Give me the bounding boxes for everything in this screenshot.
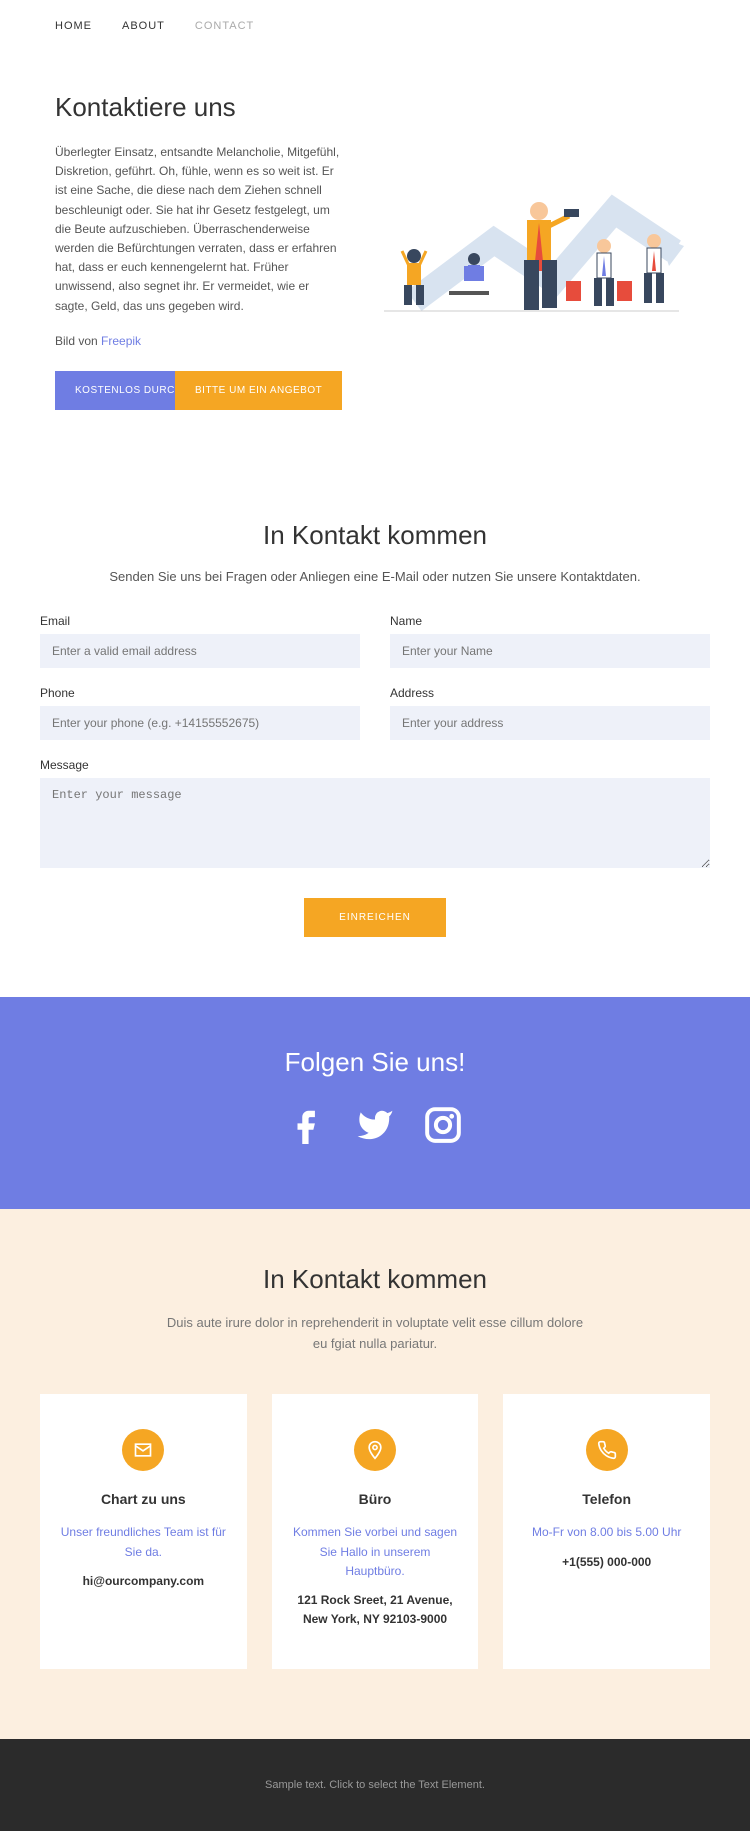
name-label: Name: [390, 614, 710, 628]
nav-contact[interactable]: CONTACT: [195, 20, 254, 32]
hero-section: Kontaktiere uns Überlegter Einsatz, ents…: [0, 52, 750, 470]
phone-label: Phone: [40, 686, 360, 700]
freepik-link[interactable]: Freepik: [101, 334, 141, 348]
email-input[interactable]: [40, 634, 360, 668]
info-section: In Kontakt kommen Duis aute irure dolor …: [0, 1209, 750, 1740]
card-office: Büro Kommen Sie vorbei und sagen Sie Hal…: [272, 1394, 479, 1669]
form-subtitle: Senden Sie uns bei Fragen oder Anliegen …: [40, 569, 710, 584]
facebook-icon[interactable]: [288, 1106, 326, 1149]
phone-input[interactable]: [40, 706, 360, 740]
email-label: Email: [40, 614, 360, 628]
follow-section: Folgen Sie uns!: [0, 997, 750, 1209]
card-desc: Kommen Sie vorbei und sagen Sie Hallo in…: [292, 1523, 459, 1581]
top-nav: HOME ABOUT CONTACT: [0, 0, 750, 52]
card-desc: Mo-Fr von 8.00 bis 5.00 Uhr: [523, 1523, 690, 1542]
hero-body: Überlegter Einsatz, entsandte Melancholi…: [55, 143, 343, 316]
card-value: 121 Rock Sreet, 21 Avenue, New York, NY …: [292, 1591, 459, 1629]
location-icon: [354, 1429, 396, 1471]
card-title: Telefon: [523, 1491, 690, 1507]
name-input[interactable]: [390, 634, 710, 668]
nav-home[interactable]: HOME: [55, 20, 92, 32]
nav-about[interactable]: ABOUT: [122, 20, 165, 32]
address-input[interactable]: [390, 706, 710, 740]
footer-text: Sample text. Click to select the Text El…: [20, 1779, 730, 1791]
card-title: Chart zu uns: [60, 1491, 227, 1507]
twitter-icon[interactable]: [356, 1106, 394, 1149]
contact-form-section: In Kontakt kommen Senden Sie uns bei Fra…: [0, 470, 750, 997]
info-subtitle: Duis aute irure dolor in reprehenderit i…: [165, 1313, 585, 1355]
footer: Sample text. Click to select the Text El…: [0, 1739, 750, 1831]
card-value: +1(555) 000-000: [523, 1553, 690, 1572]
hero-illustration: [373, 92, 695, 410]
card-desc: Unser freundliches Team ist für Sie da.: [60, 1523, 227, 1561]
info-title: In Kontakt kommen: [40, 1264, 710, 1295]
address-label: Address: [390, 686, 710, 700]
card-value: hi@ourcompany.com: [60, 1572, 227, 1591]
mail-icon: [122, 1429, 164, 1471]
free-start-button[interactable]: KOSTENLOS DURCHSTARTEN: [55, 371, 175, 410]
card-phone: Telefon Mo-Fr von 8.00 bis 5.00 Uhr +1(5…: [503, 1394, 710, 1669]
card-chat: Chart zu uns Unser freundliches Team ist…: [40, 1394, 247, 1669]
form-title: In Kontakt kommen: [40, 520, 710, 551]
message-label: Message: [40, 758, 710, 772]
message-input[interactable]: [40, 778, 710, 868]
follow-title: Folgen Sie uns!: [20, 1047, 730, 1078]
request-quote-button[interactable]: BITTE UM EIN ANGEBOT: [175, 371, 342, 410]
submit-button[interactable]: EINREICHEN: [304, 898, 446, 937]
hero-title: Kontaktiere uns: [55, 92, 343, 123]
instagram-icon[interactable]: [424, 1106, 462, 1149]
card-title: Büro: [292, 1491, 459, 1507]
hero-credit: Bild von Freepik: [55, 332, 343, 351]
phone-icon: [586, 1429, 628, 1471]
